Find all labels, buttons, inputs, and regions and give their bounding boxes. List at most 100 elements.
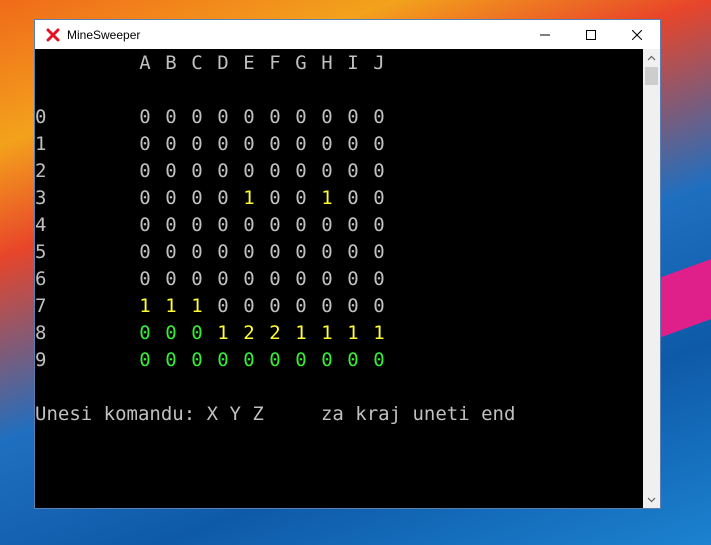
title-bar: MineSweeper xyxy=(35,20,660,49)
close-icon xyxy=(632,29,642,40)
board-cell: 0 xyxy=(269,349,281,371)
board-cell: 0 xyxy=(217,349,229,371)
board-cell: 0 xyxy=(321,133,333,155)
board-cell: 0 xyxy=(139,214,151,236)
vertical-scrollbar[interactable] xyxy=(643,49,660,508)
board-cell: 1 xyxy=(373,322,385,344)
board-cell: 0 xyxy=(373,241,385,263)
board-cell: 0 xyxy=(269,214,281,236)
board-cell: 0 xyxy=(373,133,385,155)
board-cell: 0 xyxy=(139,241,151,263)
board-cell: 0 xyxy=(217,187,229,209)
row-label: 0 xyxy=(35,106,47,128)
board-cell: 0 xyxy=(243,106,255,128)
board-cell: 0 xyxy=(347,241,359,263)
board-cell: 0 xyxy=(165,241,177,263)
row-label: 5 xyxy=(35,241,47,263)
board-cell: 0 xyxy=(139,106,151,128)
board-cell: 1 xyxy=(191,295,203,317)
board-cell: 0 xyxy=(191,160,203,182)
board-cell: 0 xyxy=(321,214,333,236)
row-label: 4 xyxy=(35,214,47,236)
board-cell: 0 xyxy=(321,349,333,371)
board-cell: 0 xyxy=(347,133,359,155)
board-cell: 0 xyxy=(139,349,151,371)
row-label: 1 xyxy=(35,133,47,155)
board-cell: 0 xyxy=(347,187,359,209)
board-cell: 0 xyxy=(321,295,333,317)
board-cell: 0 xyxy=(217,160,229,182)
row-label: 3 xyxy=(35,187,47,209)
chevron-down-icon xyxy=(647,497,656,502)
board-cell: 0 xyxy=(373,160,385,182)
scroll-thumb[interactable] xyxy=(645,67,658,85)
minimize-icon xyxy=(540,34,550,35)
column-header: I xyxy=(347,52,359,74)
board-cell: 0 xyxy=(295,214,307,236)
board-cell: 0 xyxy=(269,106,281,128)
board-cell: 0 xyxy=(191,214,203,236)
board-cell: 0 xyxy=(347,106,359,128)
board-cell: 0 xyxy=(347,268,359,290)
board-cell: 1 xyxy=(165,295,177,317)
board-cell: 0 xyxy=(217,268,229,290)
board-cell: 0 xyxy=(139,187,151,209)
board-cell: 0 xyxy=(243,214,255,236)
board-cell: 0 xyxy=(295,160,307,182)
column-header: E xyxy=(243,52,255,74)
board-cell: 0 xyxy=(269,133,281,155)
row-label: 8 xyxy=(35,322,47,344)
board-cell: 0 xyxy=(373,187,385,209)
board-cell: 0 xyxy=(269,241,281,263)
maximize-button[interactable] xyxy=(568,20,614,49)
board-cell: 0 xyxy=(295,241,307,263)
board-cell: 0 xyxy=(191,133,203,155)
board-cell: 0 xyxy=(243,268,255,290)
row-label: 6 xyxy=(35,268,47,290)
board-cell: 0 xyxy=(217,295,229,317)
board-cell: 0 xyxy=(373,295,385,317)
board-cell: 0 xyxy=(165,214,177,236)
board-cell: 0 xyxy=(373,106,385,128)
board-cell: 0 xyxy=(295,295,307,317)
board-cell: 0 xyxy=(321,106,333,128)
board-cell: 0 xyxy=(139,322,151,344)
board-cell: 0 xyxy=(165,349,177,371)
board-cell: 0 xyxy=(295,106,307,128)
board-cell: 0 xyxy=(269,160,281,182)
board-cell: 0 xyxy=(165,160,177,182)
board-cell: 1 xyxy=(243,187,255,209)
board-cell: 0 xyxy=(165,106,177,128)
column-header: G xyxy=(295,52,307,74)
column-header: D xyxy=(217,52,229,74)
column-header: F xyxy=(269,52,281,74)
column-header: J xyxy=(373,52,385,74)
board-cell: 0 xyxy=(191,268,203,290)
board-cell: 0 xyxy=(191,187,203,209)
chevron-up-icon xyxy=(647,55,656,60)
board-cell: 0 xyxy=(217,214,229,236)
row-label: 9 xyxy=(35,349,47,371)
board-cell: 0 xyxy=(191,106,203,128)
scroll-down-button[interactable] xyxy=(643,491,660,508)
board-cell: 0 xyxy=(165,268,177,290)
close-button[interactable] xyxy=(614,20,660,49)
board-cell: 0 xyxy=(347,349,359,371)
board-cell: 0 xyxy=(269,295,281,317)
board-cell: 0 xyxy=(165,187,177,209)
board-cell: 0 xyxy=(295,349,307,371)
board-cell: 0 xyxy=(321,241,333,263)
board-cell: 0 xyxy=(165,322,177,344)
board-cell: 0 xyxy=(373,214,385,236)
board-cell: 1 xyxy=(139,295,151,317)
window-title: MineSweeper xyxy=(67,27,141,42)
board-cell: 0 xyxy=(191,349,203,371)
app-x-icon xyxy=(39,20,67,49)
board-cell: 0 xyxy=(321,160,333,182)
scroll-up-button[interactable] xyxy=(643,49,660,66)
board-cell: 0 xyxy=(243,295,255,317)
board-cell: 0 xyxy=(373,268,385,290)
board-cell: 0 xyxy=(165,133,177,155)
minimize-button[interactable] xyxy=(522,20,568,49)
column-header: H xyxy=(321,52,333,74)
